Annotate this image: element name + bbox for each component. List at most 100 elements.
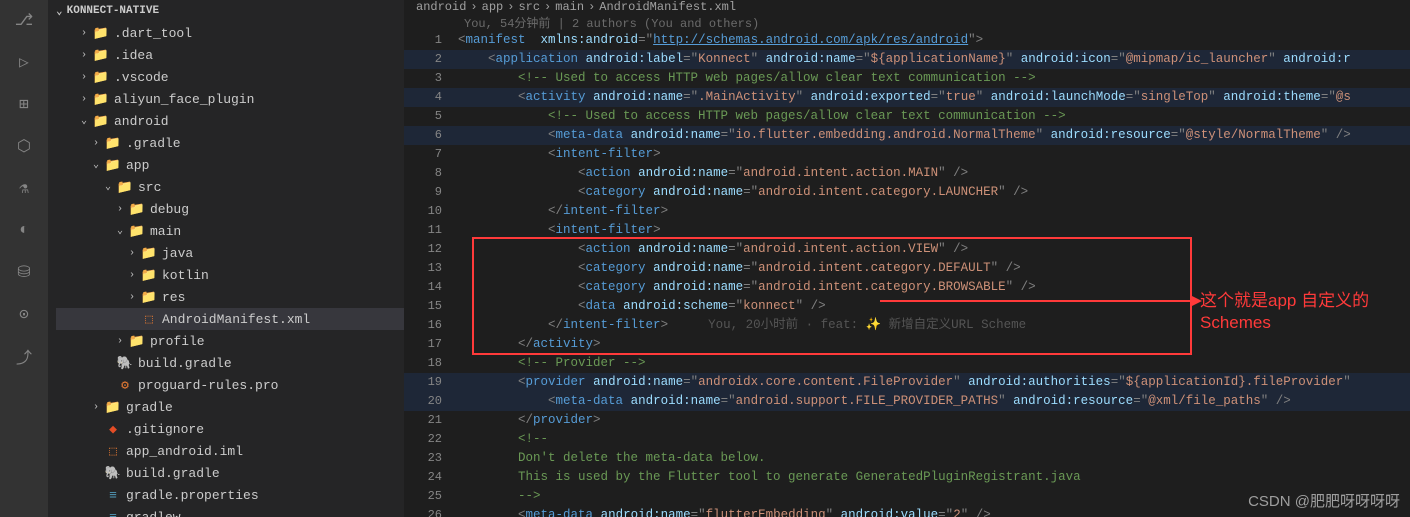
line-number: 1 [404,31,458,50]
run-debug-icon[interactable]: ▷ [12,50,36,74]
chevron-down-icon: ⌄ [56,4,63,18]
tree-item-androidmanifest-xml[interactable]: ⬚AndroidManifest.xml [56,308,404,330]
remote-icon[interactable]: ⬡ [12,134,36,158]
breadcrumb-item[interactable]: main [555,0,584,14]
sidebar-header[interactable]: ⌄ KONNECT-NATIVE [48,0,404,22]
folder-icon: 📁 [128,334,146,349]
annotation-text: 这个就是app 自定义的 Schemes [1200,290,1410,334]
folder-icon: 📁 [104,136,122,151]
tree-item-build-gradle[interactable]: 🐘build.gradle [56,462,404,484]
docker-icon[interactable]: ◐ [12,218,36,242]
code-content: <!-- Used to access HTTP web pages/allow… [458,107,1066,126]
code-content: This is used by the Flutter tool to gene… [458,468,1081,487]
code-line-11[interactable]: 11 <intent-filter> [404,221,1410,240]
code-line-6[interactable]: 6 <meta-data android:name="io.flutter.em… [404,126,1410,145]
code-line-22[interactable]: 22 <!-- [404,430,1410,449]
extensions-icon[interactable]: ⊞ [12,92,36,116]
tree-item--gitignore[interactable]: ◆.gitignore [56,418,404,440]
tree-item--gradle[interactable]: ›📁.gradle [56,132,404,154]
breadcrumb-sep: › [588,0,595,14]
pro-icon: ⚙ [116,378,134,393]
tree-item-profile[interactable]: ›📁profile [56,330,404,352]
line-number: 11 [404,221,458,240]
tree-item-label: gradlew [126,510,181,517]
line-number: 6 [404,126,458,145]
code-line-21[interactable]: 21 </provider> [404,411,1410,430]
folder-icon: 📁 [92,26,110,41]
breadcrumb-item[interactable]: AndroidManifest.xml [599,0,736,14]
tree-item-label: .gitignore [126,422,204,437]
code-line-4[interactable]: 4 <activity android:name=".MainActivity"… [404,88,1410,107]
code-content: Don't delete the meta-data below. [458,449,766,468]
tree-item-label: proguard-rules.pro [138,378,278,393]
code-line-23[interactable]: 23 Don't delete the meta-data below. [404,449,1410,468]
tree-item--dart-tool[interactable]: ›📁.dart_tool [56,22,404,44]
tree-item-gradle-properties[interactable]: ≡gradle.properties [56,484,404,506]
code-content: </intent-filter> [458,202,668,221]
code-line-24[interactable]: 24 This is used by the Flutter tool to g… [404,468,1410,487]
breadcrumb[interactable]: android›app›src›main›AndroidManifest.xml [404,0,1410,14]
breadcrumb-item[interactable]: android [416,0,466,14]
github-icon[interactable]: ⊙ [12,302,36,326]
tree-item-main[interactable]: ⌄📁main [56,220,404,242]
line-number: 15 [404,297,458,316]
tree-item-label: main [150,224,181,239]
chevron-icon: › [112,204,128,215]
code-line-13[interactable]: 13 <category android:name="android.inten… [404,259,1410,278]
code-line-1[interactable]: 1<manifest xmlns:android="http://schemas… [404,31,1410,50]
testing-icon[interactable]: ⚗ [12,176,36,200]
database-icon[interactable]: ⛁ [12,260,36,284]
tree-item-label: .idea [114,48,153,63]
tree-item-gradlew[interactable]: ≡gradlew [56,506,404,517]
breadcrumb-sep: › [507,0,514,14]
source-control-icon[interactable]: ⎇ [12,8,36,32]
chevron-icon: ⌄ [76,115,92,127]
tree-item-app-android-iml[interactable]: ⬚app_android.iml [56,440,404,462]
folder-icon: 📁 [104,158,122,173]
tree-item-gradle[interactable]: ›📁gradle [56,396,404,418]
tree-item-aliyun-face-plugin[interactable]: ›📁aliyun_face_plugin [56,88,404,110]
line-number: 9 [404,183,458,202]
line-number: 2 [404,50,458,69]
tree-item-res[interactable]: ›📁res [56,286,404,308]
chevron-icon: › [88,138,104,149]
tree-item-build-gradle[interactable]: 🐘build.gradle [56,352,404,374]
tree-item-debug[interactable]: ›📁debug [56,198,404,220]
xml-icon: ⬚ [140,312,158,327]
tree-item--vscode[interactable]: ›📁.vscode [56,66,404,88]
code-line-20[interactable]: 20 <meta-data android:name="android.supp… [404,392,1410,411]
code-editor[interactable]: 1<manifest xmlns:android="http://schemas… [404,31,1410,517]
code-line-19[interactable]: 19 <provider android:name="androidx.core… [404,373,1410,392]
chevron-icon: ⌄ [100,181,116,193]
code-line-7[interactable]: 7 <intent-filter> [404,145,1410,164]
code-content: <meta-data android:name="io.flutter.embe… [458,126,1351,145]
breadcrumb-item[interactable]: src [518,0,540,14]
code-content: <category android:name="android.intent.c… [458,259,1021,278]
code-content: <provider android:name="androidx.core.co… [458,373,1351,392]
code-content: <!-- Provider --> [458,354,646,373]
code-line-5[interactable]: 5 <!-- Used to access HTTP web pages/all… [404,107,1410,126]
share-icon[interactable]: ⤴ [12,344,36,368]
tree-item--idea[interactable]: ›📁.idea [56,44,404,66]
tree-item-app[interactable]: ⌄📁app [56,154,404,176]
code-line-3[interactable]: 3 <!-- Used to access HTTP web pages/all… [404,69,1410,88]
code-content: --> [458,487,541,506]
code-line-12[interactable]: 12 <action android:name="android.intent.… [404,240,1410,259]
tree-item-proguard-rules-pro[interactable]: ⚙ proguard-rules.pro [56,374,404,396]
code-line-2[interactable]: 2 <application android:label="Konnect" a… [404,50,1410,69]
line-number: 17 [404,335,458,354]
code-line-9[interactable]: 9 <category android:name="android.intent… [404,183,1410,202]
code-content: <intent-filter> [458,145,661,164]
breadcrumb-item[interactable]: app [482,0,504,14]
code-line-10[interactable]: 10 </intent-filter> [404,202,1410,221]
tree-item-java[interactable]: ›📁java [56,242,404,264]
tree-item-android[interactable]: ⌄📁android [56,110,404,132]
breadcrumb-sep: › [544,0,551,14]
code-line-18[interactable]: 18 <!-- Provider --> [404,354,1410,373]
code-line-17[interactable]: 17 </activity> [404,335,1410,354]
code-content: </activity> [458,335,601,354]
code-line-8[interactable]: 8 <action android:name="android.intent.a… [404,164,1410,183]
line-number: 21 [404,411,458,430]
tree-item-src[interactable]: ⌄📁src [56,176,404,198]
tree-item-kotlin[interactable]: ›📁kotlin [56,264,404,286]
